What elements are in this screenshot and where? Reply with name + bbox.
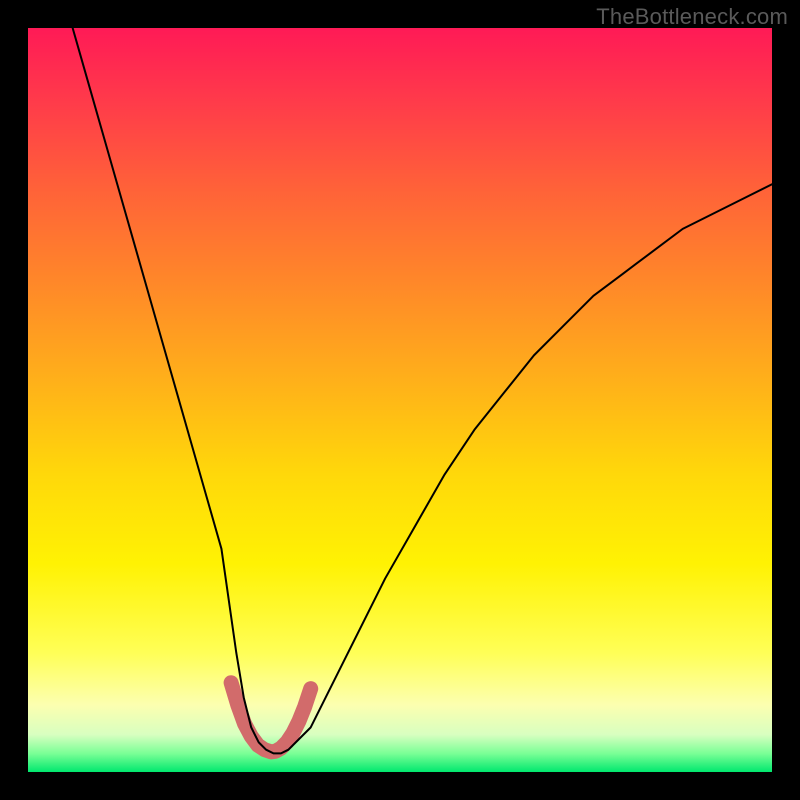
chart-svg xyxy=(28,28,772,772)
chart-frame: TheBottleneck.com xyxy=(0,0,800,800)
watermark-text: TheBottleneck.com xyxy=(596,4,788,30)
plot-area xyxy=(28,28,772,772)
main-curve-path xyxy=(73,28,772,753)
